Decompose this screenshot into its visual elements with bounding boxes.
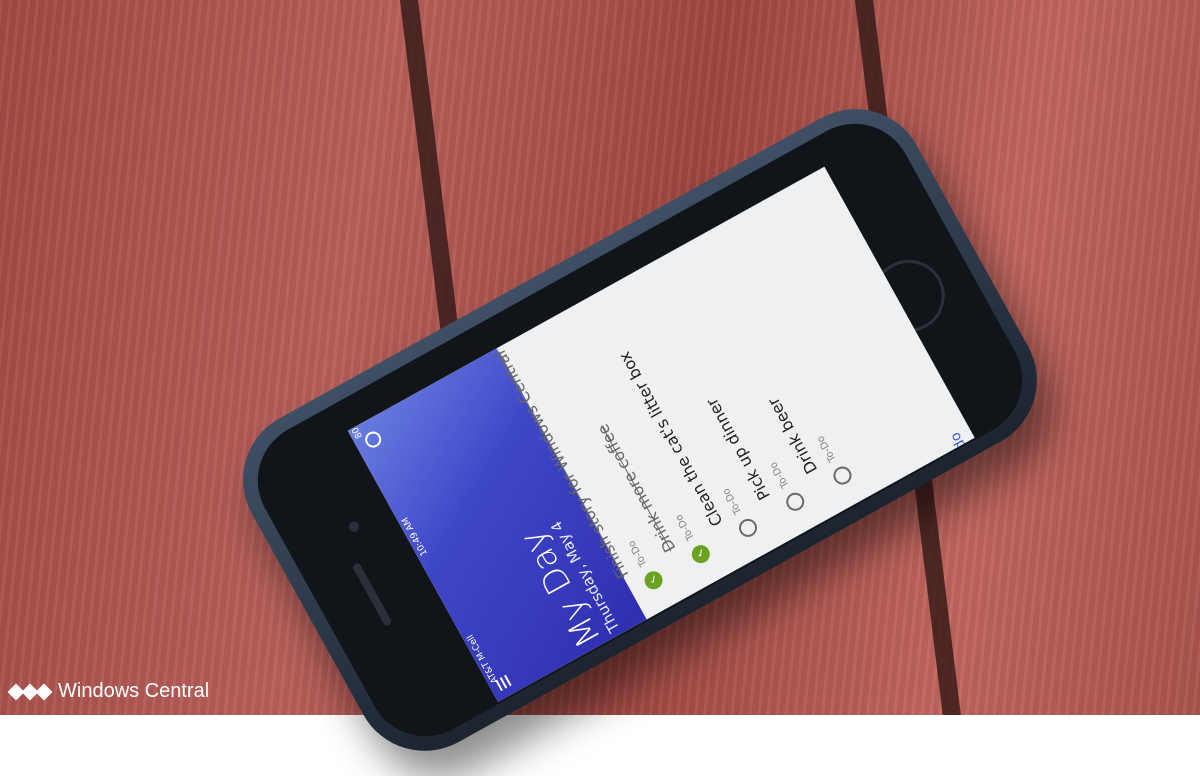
circle-checkbox-icon[interactable] bbox=[830, 463, 855, 488]
task-list-name: To-Do bbox=[720, 486, 745, 516]
task-list-name: To-Do bbox=[815, 433, 839, 464]
watermark: Windows Central bbox=[7, 680, 210, 703]
circle-checkbox-icon[interactable] bbox=[783, 489, 808, 514]
windows-central-logo-icon bbox=[7, 683, 53, 700]
completed-check-icon[interactable] bbox=[688, 541, 714, 567]
circle-checkbox-icon[interactable] bbox=[735, 515, 761, 541]
task-list-name: To-Do bbox=[673, 512, 697, 543]
status-bar: AT&T M-Cell 10:49 AM 80% bbox=[348, 416, 504, 685]
completed-check-icon[interactable] bbox=[641, 568, 666, 593]
task-list-name: To-Do bbox=[626, 538, 650, 569]
watermark-text: Windows Central bbox=[58, 680, 210, 702]
time-label: 10:49 AM bbox=[400, 515, 431, 558]
front-camera bbox=[347, 519, 361, 534]
task-list-name: To-Do bbox=[768, 459, 792, 490]
carrier-label: AT&T M-Cell bbox=[465, 632, 501, 685]
earpiece bbox=[351, 561, 393, 628]
